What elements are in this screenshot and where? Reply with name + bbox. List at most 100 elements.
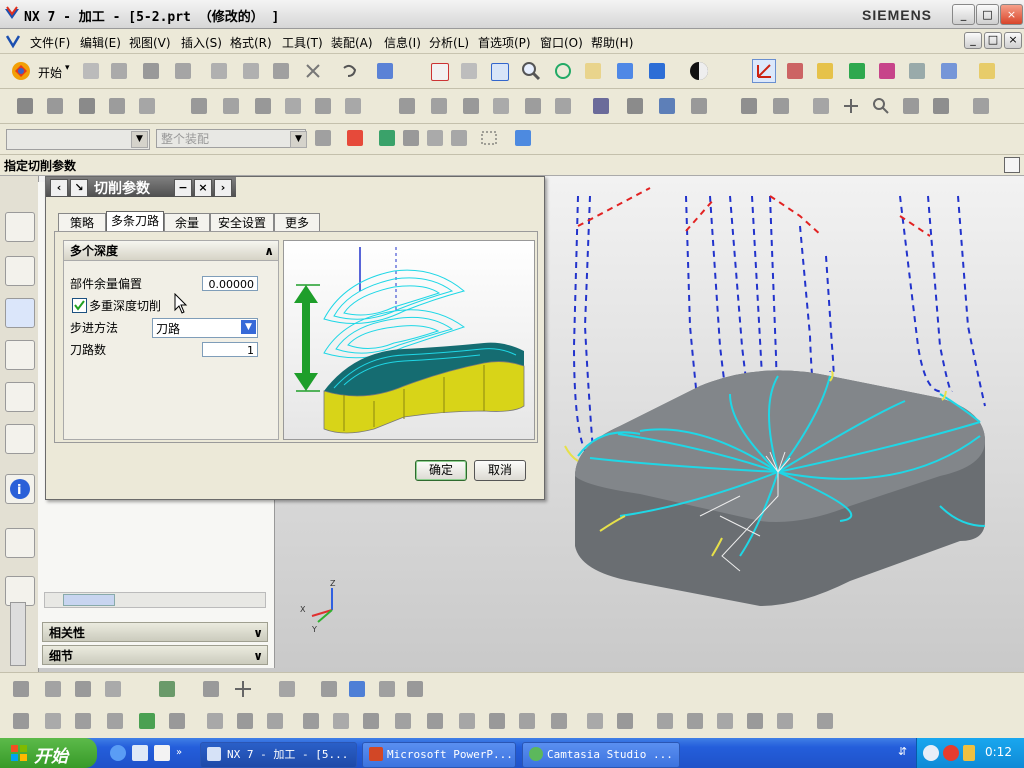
curve-tool-icon-4[interactable] [102,678,124,700]
menu-preferences[interactable]: 首选项(P) [478,34,531,51]
object-info-icon[interactable] [374,60,396,82]
menu-file[interactable]: 文件(F) [30,34,70,51]
type-filter-dropdown-icon[interactable]: ▼ [131,131,148,148]
info-icon[interactable]: i [5,474,35,504]
feature-op-icon-1[interactable] [10,710,32,732]
shop-doc-icon[interactable] [656,95,678,117]
scroll-thumb[interactable] [63,594,115,606]
relevance-panel[interactable]: 相关性 ∨ [42,622,268,642]
create-operation-icon[interactable] [938,60,960,82]
feature-op-icon-12[interactable] [360,710,382,732]
start-button[interactable]: 开始 [0,738,97,768]
feature-op-icon-11[interactable] [330,710,352,732]
feature-icon-2[interactable] [44,95,66,117]
machine-tool-view-icon[interactable] [5,256,35,286]
nav-horizontal-scrollbar[interactable] [44,592,266,608]
edit-icon-1[interactable] [188,95,210,117]
sketch-icon[interactable] [156,678,178,700]
edit-icon-6[interactable] [342,95,364,117]
undo-icon[interactable] [338,60,360,82]
point-icon[interactable] [840,95,862,117]
feature-op-icon-14[interactable] [424,710,446,732]
multi-depth-checkbox[interactable] [72,298,87,313]
zoom-icon[interactable] [488,60,510,82]
feature-op-icon-23[interactable] [714,710,736,732]
feature-icon-1[interactable] [14,95,36,117]
tab-clearances[interactable]: 安全设置 [210,213,274,232]
feature-op-icon-21[interactable] [654,710,676,732]
maximize-button[interactable]: □ [976,4,999,25]
select-all-icon[interactable] [512,127,534,149]
group-header[interactable]: 多个深度 ∧ [64,241,278,261]
dialog-close-button[interactable]: × [194,179,212,197]
curve-tool-icon-2[interactable] [42,678,64,700]
volume-tray-icon[interactable] [963,745,975,761]
tray-expand-icon[interactable] [923,745,939,761]
feature-op-icon-13[interactable] [392,710,414,732]
menu-assembly[interactable]: 装配(A) [331,34,373,51]
pin-icon[interactable]: ↘ [70,179,88,197]
feature-op-icon-15[interactable] [456,710,478,732]
select-body-icon[interactable] [400,127,422,149]
start-dropdown-icon[interactable]: ▾ [65,63,70,73]
feature-op-icon-18[interactable] [548,710,570,732]
method-view-icon[interactable] [5,340,35,370]
start-icon[interactable] [10,60,32,82]
doc-close-button[interactable]: × [1004,32,1022,49]
assembly-icon-3[interactable] [810,95,832,117]
feature-icon-3[interactable] [76,95,98,117]
extrude-icon[interactable] [318,678,340,700]
feature-op-icon-9[interactable] [264,710,286,732]
postprocess-icon[interactable] [624,95,646,117]
resource-scrollbar[interactable] [10,602,26,666]
menu-insert[interactable]: 插入(S) [181,34,222,51]
scope-filter-select[interactable]: 整个装配 [156,129,306,148]
shaded-view-icon[interactable] [614,60,636,82]
edit-icon-3[interactable] [252,95,274,117]
feature-op-icon-17[interactable] [516,710,538,732]
select-face-icon[interactable] [376,127,398,149]
multi-depth-label[interactable]: 多重深度切削 [89,297,161,314]
ie-quicklaunch-icon[interactable] [110,745,126,761]
part-navigator-icon[interactable] [5,424,35,454]
tab-strategy[interactable]: 策略 [58,213,106,232]
type-filter-select[interactable]: ▼ [6,129,150,150]
clock[interactable]: 0:12 [985,745,1012,759]
delete-icon[interactable] [302,60,324,82]
quicklaunch-expand-icon[interactable]: » [176,747,182,758]
details-panel[interactable]: 细节 ∨ [42,645,268,665]
path-icon-6[interactable] [552,95,574,117]
feature-op-icon-10[interactable] [300,710,322,732]
arc-icon[interactable] [276,678,298,700]
menu-info[interactable]: 信息(I) [384,34,421,51]
feature-icon-4[interactable] [106,95,128,117]
media-quicklaunch-icon[interactable] [154,745,170,761]
new-file-icon[interactable] [80,60,102,82]
task-nx[interactable]: NX 7 - 加工 - [5... [200,742,357,768]
assembly-icon-1[interactable] [738,95,760,117]
pan-icon[interactable] [582,60,604,82]
verify-icon[interactable] [590,95,612,117]
coordinate-system-icon[interactable] [752,59,776,83]
feature-op-icon-24[interactable] [744,710,766,732]
part-offset-input[interactable]: 0.00000 [202,276,258,291]
program-order-icon[interactable] [5,212,35,242]
feature-op-icon-16[interactable] [486,710,508,732]
snap-point-icon[interactable] [344,127,366,149]
feature-op-icon-5[interactable] [136,710,158,732]
doc-minimize-button[interactable]: _ [964,32,982,49]
cancel-button[interactable]: 取消 [474,460,526,481]
geometry-view-icon[interactable] [5,298,35,328]
feature-op-icon-22[interactable] [684,710,706,732]
assembly-icon-2[interactable] [770,95,792,117]
assembly-navigator-icon[interactable] [5,382,35,412]
zoom-window-icon[interactable] [458,60,480,82]
desktop-quicklaunch-icon[interactable] [132,745,148,761]
feature-op-icon-2[interactable] [42,710,64,732]
assembly-icon-6[interactable] [970,95,992,117]
start-label[interactable]: 开始 [38,64,62,81]
expand-chevron-icon[interactable]: ∨ [253,646,263,666]
wcs-icon[interactable] [784,60,806,82]
fullscreen-icon[interactable] [1004,157,1020,173]
forward-icon[interactable]: › [214,179,232,197]
